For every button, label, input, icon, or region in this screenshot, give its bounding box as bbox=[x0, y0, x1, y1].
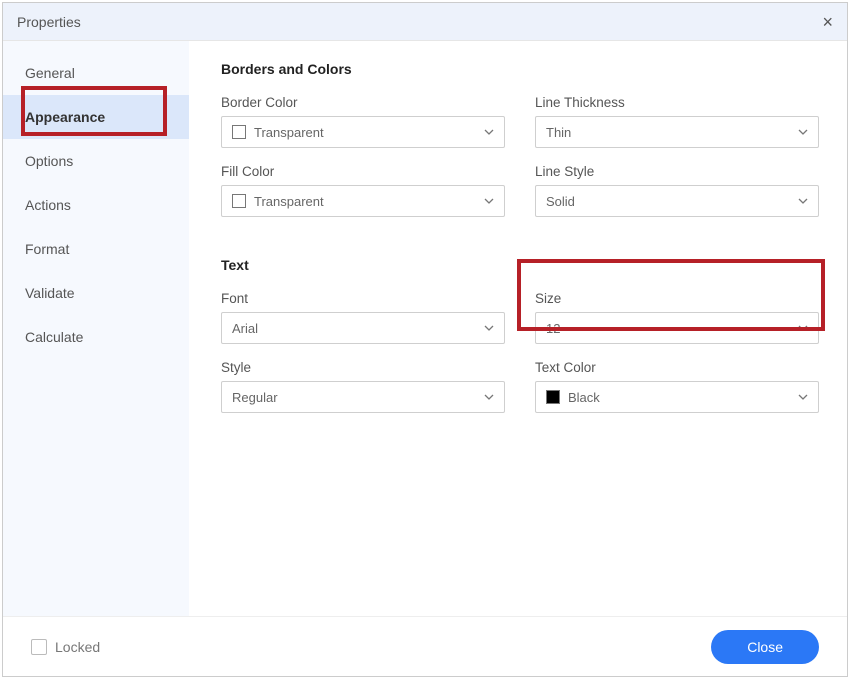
chevron-down-icon bbox=[484, 325, 494, 331]
field-size: Size 12 bbox=[535, 291, 819, 344]
sidebar-item-label: Actions bbox=[25, 197, 71, 213]
dropdown-text-color[interactable]: Black bbox=[535, 381, 819, 413]
row-border-2: Fill Color Transparent Line Style Solid bbox=[221, 164, 819, 217]
dropdown-line-thickness[interactable]: Thin bbox=[535, 116, 819, 148]
sidebar-item-validate[interactable]: Validate bbox=[3, 271, 189, 315]
row-text-1: Font Arial Size 12 bbox=[221, 291, 819, 344]
dropdown-value: Regular bbox=[232, 390, 278, 405]
footer: Locked Close bbox=[3, 616, 847, 676]
dropdown-line-style[interactable]: Solid bbox=[535, 185, 819, 217]
label-line-thickness: Line Thickness bbox=[535, 95, 819, 110]
sidebar-item-label: Options bbox=[25, 153, 73, 169]
chevron-down-icon bbox=[798, 325, 808, 331]
sidebar-item-label: Format bbox=[25, 241, 69, 257]
field-line-style: Line Style Solid bbox=[535, 164, 819, 217]
label-line-style: Line Style bbox=[535, 164, 819, 179]
chevron-down-icon bbox=[798, 129, 808, 135]
dialog-title: Properties bbox=[17, 14, 81, 30]
chevron-down-icon bbox=[798, 198, 808, 204]
close-button[interactable]: Close bbox=[711, 630, 819, 664]
sidebar-item-calculate[interactable]: Calculate bbox=[3, 315, 189, 359]
sidebar-item-actions[interactable]: Actions bbox=[3, 183, 189, 227]
dropdown-font[interactable]: Arial bbox=[221, 312, 505, 344]
field-border-color: Border Color Transparent bbox=[221, 95, 505, 148]
field-text-color: Text Color Black bbox=[535, 360, 819, 413]
field-style: Style Regular bbox=[221, 360, 505, 413]
close-button-label: Close bbox=[747, 639, 783, 655]
locked-row: Locked bbox=[31, 639, 100, 655]
swatch-black-icon bbox=[546, 390, 560, 404]
dropdown-fill-color[interactable]: Transparent bbox=[221, 185, 505, 217]
sidebar: General Appearance Options Actions Forma… bbox=[3, 41, 189, 616]
locked-label: Locked bbox=[55, 639, 100, 655]
locked-checkbox[interactable] bbox=[31, 639, 47, 655]
label-text-color: Text Color bbox=[535, 360, 819, 375]
chevron-down-icon bbox=[798, 394, 808, 400]
field-fill-color: Fill Color Transparent bbox=[221, 164, 505, 217]
dropdown-value: 12 bbox=[546, 321, 560, 336]
dropdown-border-color[interactable]: Transparent bbox=[221, 116, 505, 148]
dropdown-value: Transparent bbox=[254, 194, 324, 209]
swatch-transparent-icon bbox=[232, 125, 246, 139]
dropdown-style[interactable]: Regular bbox=[221, 381, 505, 413]
section-heading-borders: Borders and Colors bbox=[221, 61, 819, 77]
row-border-1: Border Color Transparent Line Thickness … bbox=[221, 95, 819, 148]
swatch-transparent-icon bbox=[232, 194, 246, 208]
field-font: Font Arial bbox=[221, 291, 505, 344]
label-font: Font bbox=[221, 291, 505, 306]
chevron-down-icon bbox=[484, 129, 494, 135]
sidebar-item-label: Appearance bbox=[25, 109, 105, 125]
label-fill-color: Fill Color bbox=[221, 164, 505, 179]
properties-dialog: Properties × General Appearance Options … bbox=[2, 2, 848, 677]
label-border-color: Border Color bbox=[221, 95, 505, 110]
dropdown-size[interactable]: 12 bbox=[535, 312, 819, 344]
field-line-thickness: Line Thickness Thin bbox=[535, 95, 819, 148]
dialog-body: General Appearance Options Actions Forma… bbox=[3, 41, 847, 616]
label-style: Style bbox=[221, 360, 505, 375]
chevron-down-icon bbox=[484, 394, 494, 400]
close-icon[interactable]: × bbox=[822, 13, 833, 31]
sidebar-item-label: Calculate bbox=[25, 329, 83, 345]
sidebar-item-format[interactable]: Format bbox=[3, 227, 189, 271]
sidebar-item-appearance[interactable]: Appearance bbox=[3, 95, 189, 139]
label-size: Size bbox=[535, 291, 819, 306]
dropdown-value: Thin bbox=[546, 125, 571, 140]
main-panel: Borders and Colors Border Color Transpar… bbox=[189, 41, 847, 616]
sidebar-item-options[interactable]: Options bbox=[3, 139, 189, 183]
sidebar-item-label: Validate bbox=[25, 285, 75, 301]
dropdown-value: Black bbox=[568, 390, 600, 405]
dropdown-value: Solid bbox=[546, 194, 575, 209]
dropdown-value: Transparent bbox=[254, 125, 324, 140]
chevron-down-icon bbox=[484, 198, 494, 204]
sidebar-item-general[interactable]: General bbox=[3, 51, 189, 95]
dropdown-value: Arial bbox=[232, 321, 258, 336]
row-text-2: Style Regular Text Color Black bbox=[221, 360, 819, 413]
title-bar: Properties × bbox=[3, 3, 847, 41]
section-heading-text: Text bbox=[221, 257, 819, 273]
sidebar-item-label: General bbox=[25, 65, 75, 81]
